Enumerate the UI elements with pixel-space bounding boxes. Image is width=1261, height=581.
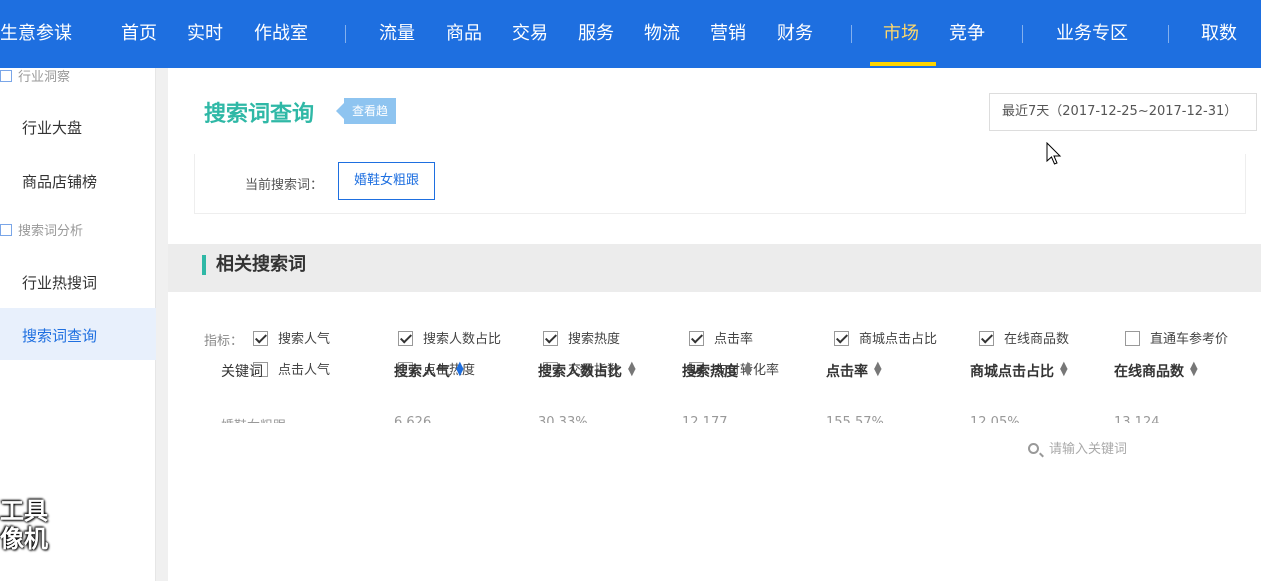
sidebar-group-label: 行业洞察 xyxy=(18,70,71,85)
top-navigation: 生意参谋 首页 实时 作战室 流量 商品 交易 服务 物流 营销 财务 市场 竞… xyxy=(0,0,1261,68)
view-trend-tag[interactable]: 查看趋 xyxy=(335,98,397,124)
column-label: 商城点击占比 xyxy=(970,364,1054,380)
sort-icon[interactable]: ▲ ▼ xyxy=(874,361,882,378)
sort-icon[interactable]: ▲ ▼ xyxy=(744,361,752,378)
watermark-line: 工具 xyxy=(0,497,48,525)
current-keyword-label: 当前搜索词： xyxy=(245,178,324,193)
sidebar-group-label: 搜索词分析 xyxy=(18,224,84,239)
recorder-watermark: 工具 像机 xyxy=(0,497,48,553)
nav-divider xyxy=(851,25,852,43)
metric-mall-click-share[interactable]: 商城点击占比 xyxy=(834,331,937,348)
column-header-online-products[interactable]: 在线商品数 ▲ ▼ xyxy=(1114,361,1198,381)
metrics-label: 指标： xyxy=(204,334,244,349)
checkbox-icon[interactable] xyxy=(543,331,558,346)
sort-icon[interactable]: ▲ ▼ xyxy=(1060,361,1068,378)
nav-marketing[interactable]: 营销 xyxy=(710,22,746,46)
metric-label: 点击人气 xyxy=(278,363,331,378)
nav-home[interactable]: 首页 xyxy=(121,22,157,46)
nav-finance[interactable]: 财务 xyxy=(777,22,813,46)
checkbox-icon[interactable] xyxy=(398,331,413,346)
date-range-selector[interactable]: 最近7天（2017-12-25~2017-12-31） xyxy=(989,93,1257,131)
metric-search-heat[interactable]: 搜索热度 xyxy=(543,331,620,348)
nav-market[interactable]: 市场 xyxy=(883,22,919,46)
metric-label: 在线商品数 xyxy=(1004,332,1070,347)
table-cell: 30.33% xyxy=(538,415,588,423)
nav-transactions[interactable]: 交易 xyxy=(512,22,548,46)
nav-active-indicator xyxy=(870,62,936,66)
nav-products[interactable]: 商品 xyxy=(446,22,482,46)
sidebar-item-product-shop-ranking[interactable]: 商品店铺榜 xyxy=(22,171,97,192)
table-cell-keyword[interactable]: 婚鞋女粗跟 xyxy=(221,415,286,423)
checkbox-icon[interactable] xyxy=(689,331,704,346)
section-title: 相关搜索词 xyxy=(202,255,306,275)
nav-traffic[interactable]: 流量 xyxy=(379,22,415,46)
checkbox-icon[interactable] xyxy=(979,331,994,346)
chart-icon xyxy=(0,224,12,236)
nav-war-room[interactable]: 作战室 xyxy=(254,22,308,46)
metric-label: 商城点击占比 xyxy=(859,332,938,347)
metric-click-popularity[interactable]: 点击人气 xyxy=(253,362,330,379)
table-cell: 6,626 xyxy=(394,415,432,423)
sidebar-group-search-analysis: 搜索词分析 xyxy=(0,220,83,239)
column-header-search-popularity[interactable]: 搜索人气 ▲ ▼ xyxy=(394,361,464,381)
column-label: 搜索热度 xyxy=(682,364,738,380)
sort-icon[interactable]: ▲ ▼ xyxy=(1190,361,1198,378)
current-keyword-row: 当前搜索词： 婚鞋女粗跟 xyxy=(194,154,1246,214)
column-header-searcher-share[interactable]: 搜索人数占比 ▲ ▼ xyxy=(538,361,636,381)
metric-search-popularity[interactable]: 搜索人气 xyxy=(253,331,330,348)
metric-label: 点击率 xyxy=(714,332,754,347)
column-label: 在线商品数 xyxy=(1114,364,1184,380)
sort-icon[interactable]: ▲ ▼ xyxy=(456,361,464,378)
metric-label: 搜索热度 xyxy=(568,332,621,347)
metric-label: 搜索人气 xyxy=(278,332,331,347)
sidebar-item-industry-overview[interactable]: 行业大盘 xyxy=(22,117,82,138)
table-cell: 155.57% xyxy=(826,415,884,423)
search-icon xyxy=(1028,443,1039,454)
sort-icon[interactable]: ▲ ▼ xyxy=(628,361,636,378)
checkbox-icon[interactable] xyxy=(834,331,849,346)
sidebar-item-hot-search[interactable]: 行业热搜词 xyxy=(22,272,97,293)
nav-divider xyxy=(1168,25,1169,43)
page-title: 搜索词查询 xyxy=(204,102,315,127)
nav-logistics[interactable]: 物流 xyxy=(644,22,680,46)
column-label: 搜索人气 xyxy=(394,364,450,380)
table-cell: 13,124 xyxy=(1114,415,1160,423)
nav-business-zone[interactable]: 业务专区 xyxy=(1056,22,1128,46)
column-header-search-heat[interactable]: 搜索热度 ▲ ▼ xyxy=(682,361,752,381)
nav-data-export[interactable]: 取数 xyxy=(1201,22,1237,46)
column-label: 搜索人数占比 xyxy=(538,364,622,380)
table-cell: 12,177 xyxy=(682,415,728,423)
column-header-click-rate[interactable]: 点击率 ▲ ▼ xyxy=(826,361,882,381)
checkbox-icon[interactable] xyxy=(253,331,268,346)
related-keywords-card: 指标： 搜索人气 搜索人数占比 搜索热度 点击率 商城点击占比 在线商品数 直通… xyxy=(168,292,1261,581)
section-header: 相关搜索词 xyxy=(168,244,1261,292)
metric-label: 搜索人数占比 xyxy=(423,332,502,347)
table-cell: 12.05% xyxy=(970,415,1020,423)
current-keyword-chip[interactable]: 婚鞋女粗跟 xyxy=(338,162,435,200)
column-header-mall-click-share[interactable]: 商城点击占比 ▲ ▼ xyxy=(970,361,1068,381)
chart-icon xyxy=(0,70,12,82)
column-label: 点击率 xyxy=(826,364,868,380)
keyword-search-input[interactable]: 请输入关键词 xyxy=(1028,436,1228,464)
nav-brand[interactable]: 生意参谋 xyxy=(0,22,72,46)
metric-label: 直通车参考价 xyxy=(1150,332,1229,347)
nav-realtime[interactable]: 实时 xyxy=(187,22,223,46)
mouse-cursor-icon xyxy=(1046,142,1062,165)
main-content: 搜索词查询 查看趋 最近7天（2017-12-25~2017-12-31） 当前… xyxy=(168,68,1261,581)
query-header-card: 搜索词查询 查看趋 最近7天（2017-12-25~2017-12-31） 当前… xyxy=(168,68,1261,244)
watermark-line: 像机 xyxy=(0,525,48,553)
sidebar-group-industry-insight: 行业洞察 xyxy=(0,66,70,85)
search-placeholder: 请输入关键词 xyxy=(1049,442,1128,457)
nav-divider xyxy=(345,25,346,43)
metric-click-rate[interactable]: 点击率 xyxy=(689,331,753,348)
metric-ztc-price[interactable]: 直通车参考价 xyxy=(1125,331,1228,348)
column-header-keyword: 关键词 xyxy=(221,364,263,380)
metric-searcher-share[interactable]: 搜索人数占比 xyxy=(398,331,501,348)
nav-competition[interactable]: 竞争 xyxy=(949,22,985,46)
sidebar-item-search-query[interactable]: 搜索词查询 xyxy=(22,325,97,346)
nav-service[interactable]: 服务 xyxy=(578,22,614,46)
nav-divider xyxy=(1022,25,1023,43)
checkbox-icon[interactable] xyxy=(1125,331,1140,346)
metric-online-products[interactable]: 在线商品数 xyxy=(979,331,1069,348)
